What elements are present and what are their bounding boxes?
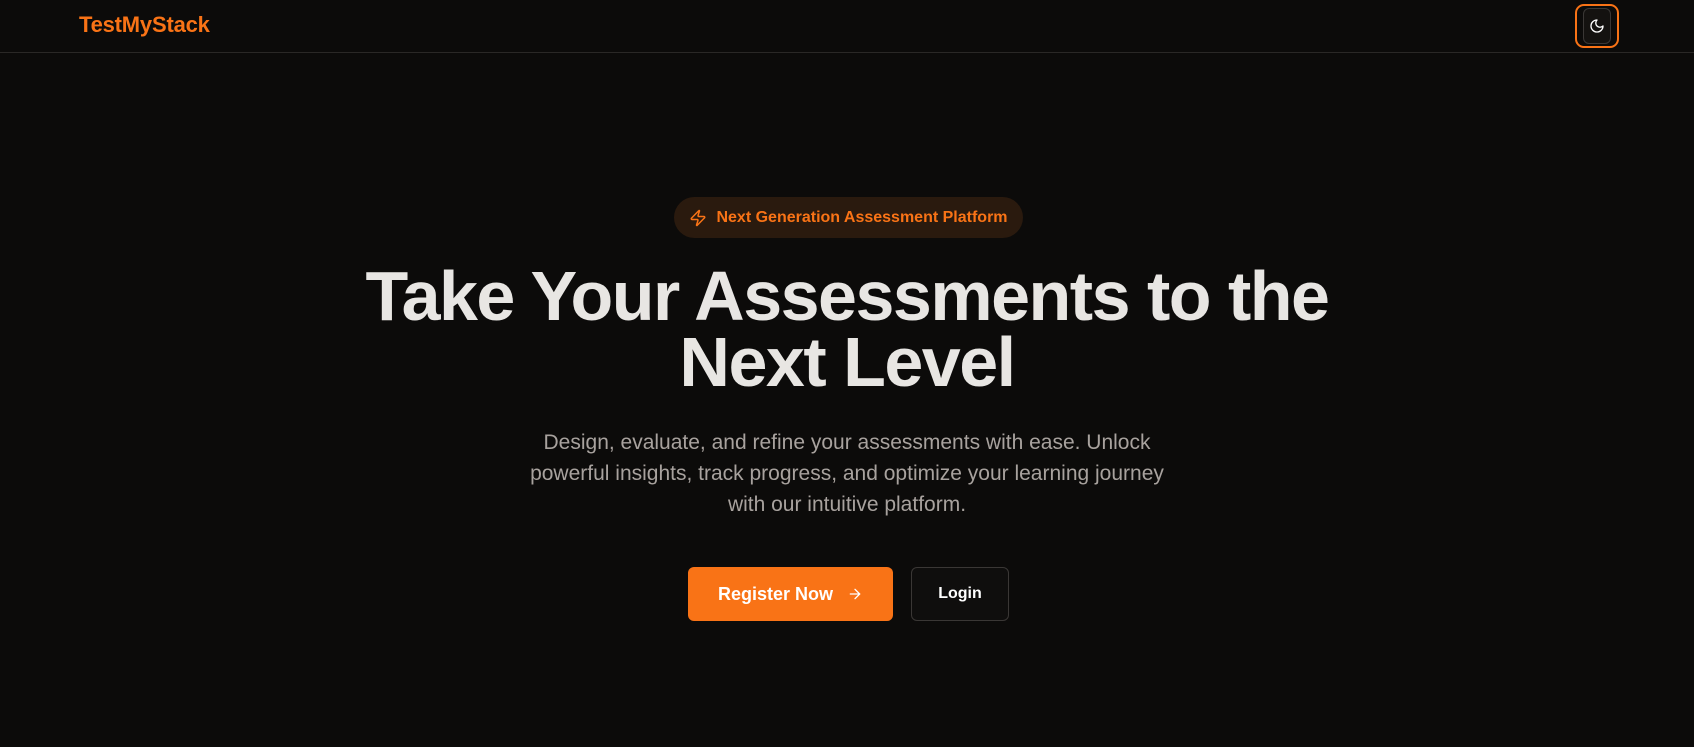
- hero-section: Next Generation Assessment Platform Take…: [0, 53, 1694, 747]
- arrow-right-icon: [849, 588, 861, 600]
- description-line-3: with our intuitive platform.: [727, 493, 967, 516]
- description-line-1: Design, evaluate, and refine your assess…: [543, 431, 1151, 454]
- feature-badge: Next Generation Assessment Platform: [674, 197, 1023, 238]
- headline-line-2: Next Level: [679, 323, 1016, 401]
- brand-logo[interactable]: TestMyStack: [79, 12, 210, 38]
- theme-toggle-inner: [1583, 8, 1611, 44]
- top-navbar: TestMyStack: [0, 0, 1694, 53]
- theme-toggle-button[interactable]: [1575, 4, 1619, 48]
- register-now-button[interactable]: Register Now: [688, 567, 893, 621]
- hero-description: Design, evaluate, and refine your assess…: [472, 427, 1222, 520]
- badge-text: Next Generation Assessment Platform: [716, 208, 1008, 226]
- moon-icon: [1590, 19, 1604, 33]
- login-button[interactable]: Login: [911, 567, 1009, 621]
- description-line-2: powerful insights, track progress, and o…: [530, 462, 1164, 485]
- register-now-label: Register Now: [717, 583, 834, 604]
- hero-headline: Take Your Assessments to the Next Level: [347, 261, 1347, 397]
- lightning-icon: [690, 209, 706, 226]
- cta-group: Register Now Login: [688, 567, 1009, 621]
